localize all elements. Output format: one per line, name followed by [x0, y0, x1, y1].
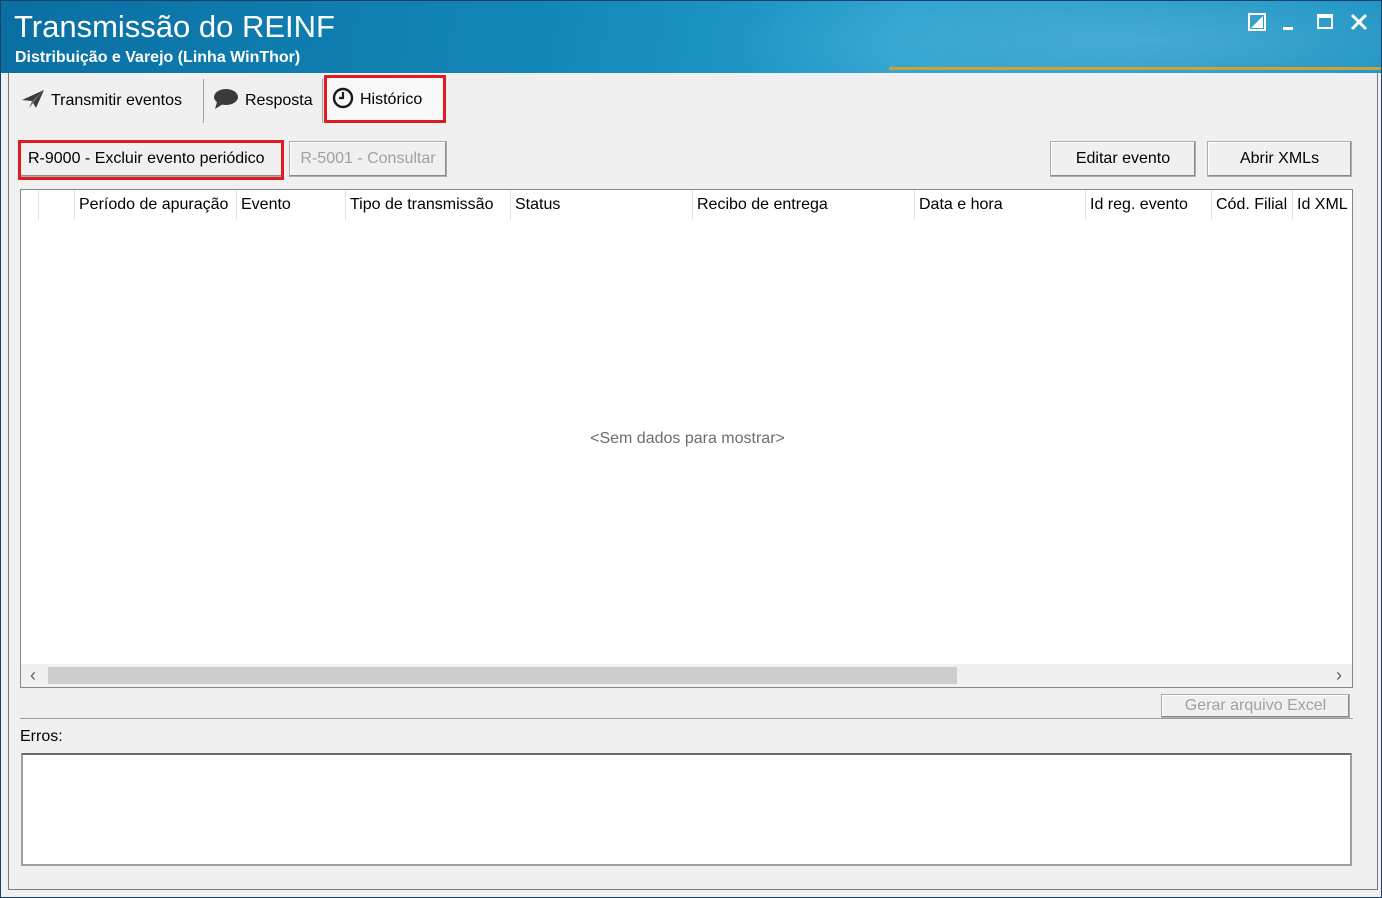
- clock-icon: [332, 87, 354, 114]
- maximize-icon[interactable]: [1314, 13, 1336, 35]
- row-indicator-header: [21, 190, 39, 220]
- excluir-evento-periodico-button[interactable]: R-9000 - Excluir evento periódico: [19, 141, 283, 177]
- tab-transmitir-eventos[interactable]: Transmitir eventos: [13, 79, 204, 123]
- col-status[interactable]: Status: [511, 190, 693, 220]
- close-icon[interactable]: [1348, 13, 1370, 35]
- select-header[interactable]: [39, 190, 75, 220]
- window-subtitle: Distribuição e Varejo (Linha WinThor): [15, 49, 301, 66]
- col-tipo-transmissao[interactable]: Tipo de transmissão: [346, 190, 511, 220]
- col-data-hora[interactable]: Data e hora: [915, 190, 1086, 220]
- tab-label: Transmitir eventos: [51, 92, 182, 109]
- restore-icon[interactable]: [1246, 13, 1268, 35]
- tab-label: Histórico: [360, 91, 423, 108]
- col-evento[interactable]: Evento: [237, 190, 346, 220]
- paper-plane-icon: [21, 89, 45, 114]
- historico-grid[interactable]: Período de apuração Evento Tipo de trans…: [20, 189, 1353, 688]
- gerar-excel-button[interactable]: Gerar arquivo Excel: [1161, 694, 1350, 718]
- scroll-right-icon[interactable]: ›: [1327, 664, 1351, 687]
- col-periodo-apuracao[interactable]: Período de apuração: [75, 190, 237, 220]
- editar-evento-button[interactable]: Editar evento: [1050, 141, 1196, 177]
- title-bar-accent-line: [889, 67, 1381, 70]
- tab-label: Resposta: [245, 92, 313, 109]
- grid-footer: [20, 691, 1353, 719]
- empty-message: <Sem dados para mostrar>: [590, 430, 785, 447]
- col-id-xml[interactable]: Id XML: [1293, 190, 1352, 220]
- abrir-xmls-button[interactable]: Abrir XMLs: [1207, 141, 1352, 177]
- speech-bubble-icon: [213, 88, 239, 115]
- horizontal-scrollbar[interactable]: ‹ ›: [21, 664, 1352, 687]
- main-window: Transmissão do REINF Distribuição e Vare…: [0, 0, 1382, 898]
- errors-textarea[interactable]: [21, 753, 1352, 866]
- tab-resposta[interactable]: Resposta: [205, 79, 323, 123]
- consultar-button[interactable]: R-5001 - Consultar: [289, 141, 447, 177]
- col-recibo-entrega[interactable]: Recibo de entrega: [693, 190, 915, 220]
- col-cod-filial[interactable]: Cód. Filial: [1212, 190, 1293, 220]
- title-bar[interactable]: Transmissão do REINF Distribuição e Vare…: [1, 1, 1381, 73]
- window-title: Transmissão do REINF: [14, 9, 335, 44]
- minimize-icon[interactable]: [1278, 13, 1300, 35]
- scrollbar-thumb[interactable]: [48, 667, 957, 684]
- title-bar-decoration: [701, 1, 1381, 73]
- tab-historico[interactable]: Histórico: [324, 77, 446, 123]
- errors-label: Erros:: [20, 728, 63, 745]
- scroll-left-icon[interactable]: ‹: [21, 664, 45, 687]
- col-id-reg-evento[interactable]: Id reg. evento: [1086, 190, 1212, 220]
